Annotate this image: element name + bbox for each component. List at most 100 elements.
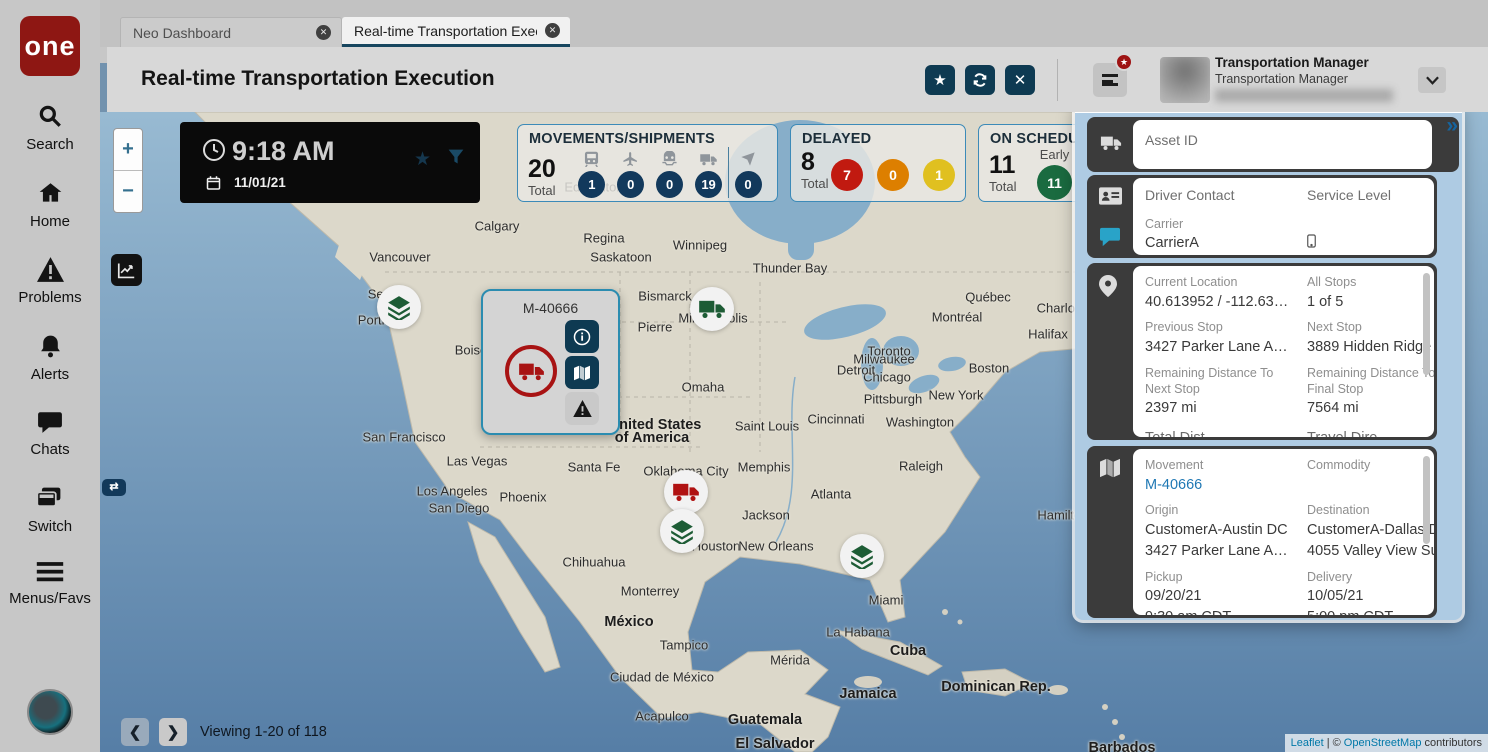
map-label: Raleigh — [898, 458, 944, 474]
delayed-critical-badge: 7 — [831, 159, 863, 191]
tab-neo-dashboard[interactable]: Neo Dashboard ✕ — [120, 17, 342, 47]
info-button[interactable] — [565, 320, 599, 353]
movement-link[interactable]: M-40666 — [1145, 476, 1295, 495]
movements-shipments-panel[interactable]: MOVEMENTS/SHIPMENTS 20 Total 1 0 0 19 0 — [517, 124, 778, 202]
tab-realtime-transportation[interactable]: Real-time Transportation Executi... ✕ — [342, 17, 570, 47]
map-label: Bismarck — [638, 288, 692, 304]
app-window: one Search Home Problems Alerts Chats ⇄ … — [0, 0, 1488, 752]
warning-triangle-icon — [0, 257, 100, 287]
count-badge: 0 — [617, 171, 645, 198]
favorite-button[interactable]: ★ — [925, 65, 955, 95]
favorite-badge-icon: ★ — [1115, 53, 1133, 71]
assistant-avatar[interactable] — [27, 689, 73, 735]
current-time: 9:18 AM — [232, 136, 335, 166]
driver-id-icon — [1099, 187, 1122, 210]
sidebar-item-menus-favs[interactable]: Menus/Favs — [0, 561, 100, 608]
map-label: of America — [614, 430, 690, 446]
map-label: Saskatoon — [590, 249, 652, 265]
chat-bubble-icon[interactable] — [1099, 227, 1121, 252]
user-subtitle: Transportation Manager — [1215, 72, 1348, 86]
scrollbar-thumb[interactable] — [1423, 273, 1430, 375]
current-date: 11/01/21 — [234, 175, 286, 190]
osm-link[interactable]: OpenStreetMap — [1344, 737, 1422, 749]
truck-marker-alert[interactable] — [664, 470, 708, 514]
delivery-time: 5:00 pm CDT — [1307, 608, 1434, 615]
count-badge: 19 — [695, 171, 723, 198]
map-label: Acapulco — [635, 708, 689, 724]
zoom-out-button[interactable]: − — [114, 171, 142, 212]
destination-address: 4055 Valley View Su… — [1307, 542, 1434, 559]
movement-card: Movement M-40666 Commodity Origin Custom… — [1087, 446, 1437, 618]
user-avatar[interactable] — [1160, 57, 1210, 103]
panel-title: MOVEMENTS/SHIPMENTS — [529, 131, 715, 147]
phone-icon[interactable] — [1307, 234, 1422, 253]
movements-total: 20 — [528, 155, 556, 183]
layers-marker[interactable] — [840, 534, 884, 578]
map-label: Washington — [885, 414, 955, 430]
driver-carrier-card: Driver Contact Service Level Carrier Car… — [1087, 175, 1437, 258]
user-name-redacted — [1215, 89, 1393, 102]
bell-icon — [0, 333, 100, 364]
home-icon — [0, 180, 100, 211]
sidebar-item-home[interactable]: Home — [0, 180, 100, 231]
map-label: Québec — [965, 289, 1011, 305]
map-label: Pittsburgh — [863, 391, 923, 407]
sidebar-item-switch[interactable]: ⇄ Switch — [0, 479, 126, 536]
prev-page-button[interactable]: ❮ — [121, 718, 149, 746]
scrollbar-thumb[interactable] — [1423, 456, 1430, 544]
profile-dropdown-button[interactable] — [1418, 67, 1446, 93]
current-location-label: Current Location — [1145, 275, 1238, 289]
map-label: Guatemala — [727, 712, 803, 728]
map-label: Omaha — [681, 379, 725, 395]
close-page-button[interactable]: ✕ — [1005, 65, 1035, 95]
next-page-button[interactable]: ❯ — [159, 718, 187, 746]
leaflet-link[interactable]: Leaflet — [1291, 737, 1324, 749]
truck-marker[interactable] — [690, 287, 734, 331]
map-label: Pierre — [637, 319, 673, 335]
chart-toggle-button[interactable] — [111, 254, 142, 286]
movement-id: M-40666 — [522, 300, 579, 316]
count-badge: 0 — [656, 171, 684, 198]
hamburger-icon — [0, 561, 100, 588]
one-logo[interactable]: one — [20, 16, 80, 76]
map-label: Boston — [968, 360, 1010, 376]
refresh-button[interactable] — [965, 65, 995, 95]
map-label: Monterrey — [620, 583, 680, 599]
destination-label: Destination — [1307, 503, 1370, 518]
plane-icon — [622, 147, 639, 167]
remaining-next-label: Remaining Distance To Next Stop — [1145, 365, 1274, 396]
map-label: Toronto — [867, 343, 911, 359]
map-label: Winnipeg — [672, 237, 728, 253]
close-tab-icon[interactable]: ✕ — [316, 25, 331, 40]
alert-button[interactable] — [565, 392, 599, 425]
delivery-date: 10/05/21 — [1307, 588, 1364, 605]
total-distance-label-clipped: Total Dist — [1145, 429, 1295, 437]
truck-status-icon[interactable] — [505, 345, 557, 397]
rail-icon — [584, 147, 599, 167]
layers-marker[interactable] — [660, 509, 704, 553]
count-badge: 0 — [734, 171, 762, 198]
map-label: Jamaica — [839, 686, 897, 702]
sidebar-item-chats[interactable]: Chats — [0, 410, 100, 459]
navigation-icon — [740, 147, 756, 167]
sidebar-item-search[interactable]: Search — [0, 103, 100, 154]
asset-card: Asset ID — [1087, 117, 1459, 172]
close-tab-icon[interactable]: ✕ — [545, 23, 560, 38]
delivery-label: Delivery — [1307, 569, 1353, 584]
sidebar-item-problems[interactable]: Problems — [0, 257, 100, 307]
carrier-value: CarrierA — [1145, 235, 1199, 252]
location-card: Current Location 40.613952 / -112.63… Al… — [1087, 263, 1437, 440]
map-icon — [1099, 458, 1121, 483]
map-attribution: Leaflet | © OpenStreetMap contributors — [1284, 734, 1488, 752]
widget-star-icon[interactable]: ★ — [414, 148, 431, 171]
zoom-in-button[interactable]: + — [114, 129, 142, 171]
map-button[interactable] — [565, 356, 599, 389]
delayed-panel[interactable]: DELAYED 8 Total 7 0 1 — [790, 124, 966, 202]
map-label: San Diego — [428, 500, 490, 516]
collapse-panel-button[interactable]: » — [1446, 114, 1458, 138]
map-label: Cuba — [889, 643, 927, 659]
origin-label: Origin — [1145, 503, 1179, 518]
filter-funnel-icon[interactable] — [447, 148, 465, 171]
layers-marker[interactable] — [377, 285, 421, 329]
sidebar-item-alerts[interactable]: Alerts — [0, 333, 100, 384]
